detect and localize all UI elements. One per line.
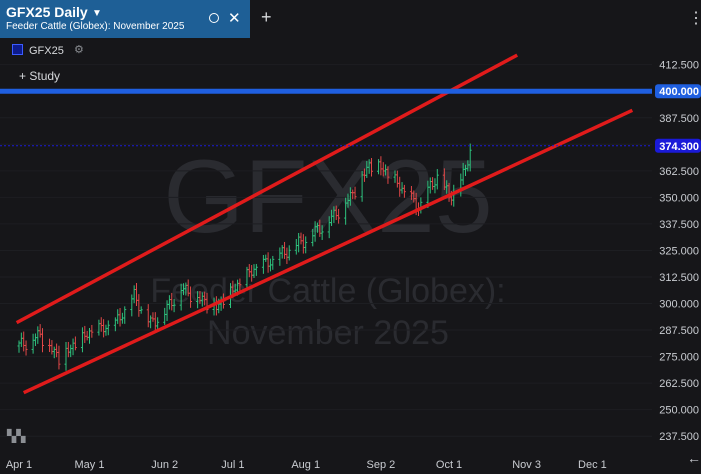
add-study-button[interactable]: + Study	[16, 69, 64, 83]
price-tick-2: 387.500	[659, 113, 699, 125]
last-price-label: 374.300	[659, 141, 699, 153]
price-tick-11: 275.000	[659, 352, 699, 364]
date-axis[interactable]: Apr 1 May 1 Jun 2 Jul 1 Aug 1 Sep 2 Oct 1 Nov 3…	[0, 451, 701, 474]
date-label-1: May 1	[75, 459, 105, 471]
date-label-4: Aug 1	[291, 459, 320, 471]
price-tick-4: 362.500	[659, 166, 699, 178]
price-tick-14: 237.500	[659, 431, 699, 443]
date-label-2: Jun 2	[151, 459, 178, 471]
tab-title: GFX25 Daily	[6, 4, 88, 20]
legend-symbol[interactable]: GFX25	[12, 44, 64, 57]
price-tick-7: 325.000	[659, 245, 699, 257]
circle-icon[interactable]	[209, 13, 219, 23]
price-axis[interactable]: 412.500400.000387.500375.000362.500350.0…	[652, 38, 701, 474]
gear-icon[interactable]: ⚙	[74, 43, 84, 56]
price-tick-13: 250.000	[659, 405, 699, 417]
caret-down-icon[interactable]: ▼	[92, 8, 102, 19]
price-tick-6: 337.500	[659, 219, 699, 231]
arrow-left-icon[interactable]: ←	[687, 450, 701, 466]
date-label-5: Sep 2	[367, 459, 396, 471]
price-tick-10: 287.500	[659, 325, 699, 337]
layers-icon[interactable]: ▚▚	[7, 429, 25, 443]
chart-grid	[0, 64, 652, 437]
date-label-0: Apr 1	[6, 459, 32, 471]
date-label-8: Dec 1	[578, 459, 607, 471]
more-vertical-icon[interactable]: ⋮	[688, 8, 701, 28]
price-tick-9: 300.000	[659, 299, 699, 311]
tab-bar: GFX25 Daily ▼ Feeder Cattle (Globex): No…	[0, 0, 701, 38]
price-tick-5: 350.000	[659, 192, 699, 204]
tab-subtitle: Feeder Cattle (Globex): November 2025	[6, 21, 185, 32]
watermark-line2: November 2025	[207, 314, 449, 352]
date-label-7: Nov 3	[512, 459, 541, 471]
watermark-line1: Feeder Cattle (Globex):	[150, 272, 505, 310]
price-chart[interactable]: GFX25 Feeder Cattle (Globex): November 2…	[0, 38, 701, 474]
close-icon[interactable]: ✕	[228, 9, 241, 27]
price-tick-8: 312.500	[659, 272, 699, 284]
chart-tab[interactable]: GFX25 Daily ▼ Feeder Cattle (Globex): No…	[0, 0, 250, 38]
plus-icon: +	[19, 69, 27, 83]
price-tick-12: 262.500	[659, 378, 699, 390]
legend-swatch	[12, 44, 23, 55]
date-label-3: Jul 1	[221, 459, 244, 471]
add-tab-icon[interactable]: +	[261, 7, 272, 28]
price-tick-0: 412.500	[659, 60, 699, 72]
study-label: Study	[29, 69, 61, 83]
alert-price-label: 400.000	[659, 86, 699, 98]
date-label-6: Oct 1	[436, 459, 462, 471]
legend-symbol-text: GFX25	[29, 45, 64, 57]
